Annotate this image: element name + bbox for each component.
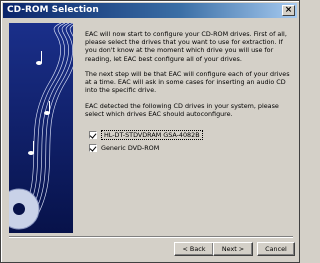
side-panel-graphic — [9, 23, 73, 233]
next-button[interactable]: Next > — [213, 242, 253, 256]
music-staff-cd-icon — [9, 23, 73, 233]
close-button[interactable]: × — [282, 5, 295, 16]
drive-checkbox[interactable] — [89, 131, 97, 139]
detected-drives-paragraph: EAC detected the following CD drives in … — [85, 102, 279, 119]
intro-paragraph: EAC will now start to configure your CD-… — [85, 30, 287, 63]
drive-label: HL-DT-STDVDRAM GSA-4082B — [101, 130, 203, 140]
drive-item[interactable]: HL-DT-STDVDRAM GSA-4082B — [89, 130, 203, 140]
drive-checkbox[interactable] — [89, 144, 97, 152]
cdrom-selection-dialog: CD-ROM Selection × EAC will now start to… — [0, 0, 300, 263]
drive-label: Generic DVD-ROM — [101, 144, 160, 152]
separator — [9, 236, 293, 238]
drive-item[interactable]: Generic DVD-ROM — [89, 143, 159, 153]
back-button[interactable]: < Back — [174, 242, 214, 256]
cancel-button[interactable]: Cancel — [257, 242, 295, 256]
window-title: CD-ROM Selection — [7, 5, 99, 15]
title-bar[interactable]: CD-ROM Selection × — [3, 3, 297, 18]
next-step-paragraph: The next step will be that EAC will conf… — [85, 70, 290, 95]
